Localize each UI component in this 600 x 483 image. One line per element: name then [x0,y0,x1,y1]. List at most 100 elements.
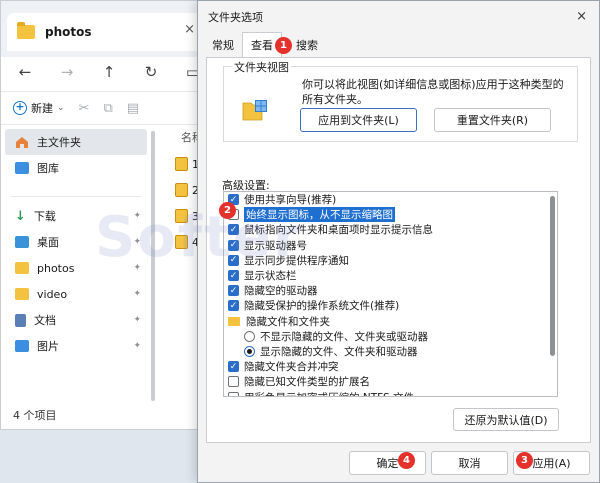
advanced-list-scrollbar[interactable] [550,196,555,356]
settings-item[interactable]: ✓ 鼠标指向文件夹和桌面项时显示提示信息 [224,222,557,237]
sidebar-item-desktop[interactable]: 桌面 ✦ [1,229,151,255]
explorer-toolbar: + 新建 ⌄ ✂ ⧉ ▤ [1,91,211,125]
settings-item[interactable]: ✓ 显示驱动器号 [224,238,557,253]
step-badge-2: 2 [219,202,236,219]
checkbox[interactable]: ✓ [228,254,239,266]
explorer-tab-bar: photos × [1,1,211,57]
sidebar-item-photos[interactable]: photos ✦ [1,255,151,281]
sidebar-item-downloads[interactable]: ↓ 下载 ✦ [1,203,151,229]
radio-button[interactable] [244,345,255,357]
settings-item[interactable]: ✓ 使用共享向导(推荐) [224,192,557,207]
status-bar-text: 4 个项目 [13,409,57,422]
pin-icon[interactable]: ✦ [133,289,141,299]
advanced-settings-list: ✓ 使用共享向导(推荐) 始终显示图标，从不显示缩略图 ✓ 鼠标指向文件夹和桌面项时显示… [223,191,558,397]
dialog-title: 文件夹选项 [208,11,263,24]
sidebar-item-video[interactable]: video ✦ [1,281,151,307]
sidebar-item-label: 图库 [37,162,59,175]
sidebar-item-home[interactable]: 主文件夹 [5,129,147,155]
paste-icon[interactable]: ▤ [127,101,139,116]
settings-item-label: 显示状态栏 [244,270,297,283]
settings-item-label: 隐藏已知文件类型的扩展名 [244,376,370,389]
settings-item-label: 隐藏文件和文件夹 [246,315,330,328]
pin-icon[interactable]: ✦ [133,315,141,325]
dialog-title-bar: 文件夹选项 × [198,1,599,33]
image-file-icon [175,157,188,171]
settings-item[interactable]: ✓ 显示状态栏 [224,268,557,283]
settings-item[interactable]: 始终显示图标，从不显示缩略图 [224,207,557,223]
new-button[interactable]: + 新建 ⌄ [13,100,65,116]
settings-group-header: 隐藏文件和文件夹 [224,314,557,329]
up-arrow-icon[interactable]: ↑ [99,63,119,81]
settings-item-label: 使用共享向导(推荐) [244,194,337,207]
apply-to-folders-button[interactable]: 应用到文件夹(L) [300,108,417,132]
folder-icon [15,262,29,274]
checkbox[interactable]: ✓ [228,285,239,297]
sidebar-item-documents[interactable]: 文档 ✦ [1,307,151,333]
checkbox[interactable]: ✓ [228,224,239,236]
settings-item-label: 不显示隐藏的文件、文件夹或驱动器 [260,330,428,343]
pictures-icon [15,340,29,352]
sidebar-item-label: 桌面 [37,236,59,249]
settings-item-label: 隐藏文件夹合并冲突 [244,361,339,374]
sidebar-item-label: video [37,287,68,301]
settings-item-label: 鼠标指向文件夹和桌面项时显示提示信息 [244,224,433,237]
settings-item-label: 始终显示图标，从不显示缩略图 [244,207,395,223]
sidebar-item-label: 主文件夹 [37,136,81,149]
folder-view-icon [242,100,267,121]
checkbox[interactable] [228,391,239,396]
explorer-nav-bar: ← → ↑ ↻ ▭ [1,57,211,87]
folder-view-group: 文件夹视图 你可以将此视图(如详细信息或图标)应用于这种类型的所有文件夹。 应用… [223,59,578,142]
pin-icon[interactable]: ✦ [133,237,141,247]
settings-item-label: 显示驱动器号 [244,239,307,252]
checkbox[interactable]: ✓ [228,270,239,282]
download-icon: ↓ [15,208,26,224]
back-arrow-icon[interactable]: ← [15,63,35,81]
cut-icon[interactable]: ✂ [79,101,90,116]
folder-options-dialog: 文件夹选项 × 常规 查看 搜索 文件夹视图 你可以将此视图(如详细信息或图标)… [197,0,600,483]
checkbox[interactable]: ✓ [228,300,239,312]
settings-item[interactable]: 用彩色显示加密或压缩的 NTFS 文件 [224,389,557,396]
settings-item[interactable]: 不显示隐藏的文件、文件夹或驱动器 [224,329,557,344]
settings-item-label: 隐藏空的驱动器 [244,285,318,298]
image-file-icon [175,235,188,249]
refresh-icon[interactable]: ↻ [141,63,161,81]
settings-item[interactable]: 显示隐藏的文件、文件夹和驱动器 [224,344,557,359]
pin-icon[interactable]: ✦ [133,341,141,351]
forward-arrow-icon[interactable]: → [57,63,77,81]
settings-item[interactable]: 隐藏已知文件类型的扩展名 [224,374,557,389]
cancel-button[interactable]: 取消 [431,451,508,475]
sidebar-divider [11,181,141,197]
new-label: 新建 [31,102,53,115]
sidebar-scrollbar[interactable] [151,131,155,401]
sidebar-item-label: photos [37,261,75,275]
image-file-icon [175,183,188,197]
home-icon [16,136,28,148]
view-tab-panel: 文件夹视图 你可以将此视图(如详细信息或图标)应用于这种类型的所有文件夹。 应用… [206,57,591,443]
desktop-icon [15,236,29,248]
tab-close-icon[interactable]: × [184,22,195,37]
settings-item[interactable]: ✓ 隐藏空的驱动器 [224,283,557,298]
step-badge-1: 1 [275,37,292,54]
sidebar-item-pictures[interactable]: 图片 ✦ [1,333,151,359]
copy-icon[interactable]: ⧉ [103,101,112,116]
gallery-icon [15,162,29,174]
reset-folders-button[interactable]: 重置文件夹(R) [434,108,551,132]
restore-defaults-button[interactable]: 还原为默认值(D) [453,408,559,431]
radio-button[interactable] [244,330,255,342]
close-icon[interactable]: × [576,9,587,24]
checkbox[interactable] [228,376,239,388]
settings-item[interactable]: ✓ 隐藏受保护的操作系统文件(推荐) [224,298,557,313]
chevron-down-icon: ⌄ [57,103,65,113]
checkbox[interactable]: ✓ [228,361,239,373]
sidebar-item-gallery[interactable]: 图库 [1,155,151,181]
folder-view-legend: 文件夹视图 [232,59,291,75]
folder-icon [15,288,29,300]
plus-icon: + [13,101,27,115]
pin-icon[interactable]: ✦ [133,263,141,273]
checkbox[interactable]: ✓ [228,239,239,251]
pin-icon[interactable]: ✦ [133,211,141,221]
settings-item[interactable]: ✓ 显示同步提供程序通知 [224,253,557,268]
explorer-tab-photos[interactable]: photos × [7,13,207,51]
settings-item[interactable]: ✓ 隐藏文件夹合并冲突 [224,359,557,374]
tab-general[interactable]: 常规 [204,33,242,57]
